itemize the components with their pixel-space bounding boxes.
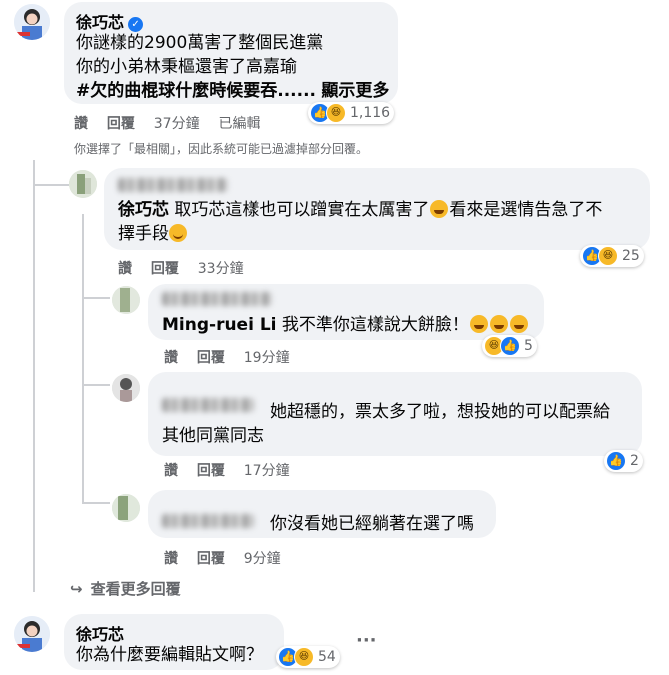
reply-text-c: 擇手段 — [118, 224, 169, 244]
rofl-emoji-icon — [509, 315, 528, 333]
reply-button[interactable]: 回覆 — [197, 350, 225, 366]
verified-badge-icon: ✓ — [128, 17, 144, 32]
avatar[interactable] — [112, 374, 140, 402]
thread-branch-4 — [82, 502, 110, 504]
reply-text-b: 其他同黨同志 — [162, 426, 264, 446]
reply-text: 她超穩的，票太多了啦，想投她的可以配票給 其他同黨同志 — [162, 400, 638, 448]
reply-button[interactable]: 回覆 — [197, 551, 225, 567]
reply-button[interactable]: 回覆 — [107, 116, 135, 132]
avatar-image — [112, 494, 140, 522]
thread-branch-1 — [33, 184, 69, 186]
timestamp[interactable]: 37分鐘 — [154, 116, 200, 132]
comment-line: 你的小弟林秉樞還害了高嘉瑜 — [76, 57, 297, 77]
comment-actions: 讚 回覆 37分鐘 已編輯 — [74, 113, 274, 133]
haha-reaction-icon: 😆 — [294, 647, 314, 667]
like-button[interactable]: 讚 — [164, 350, 178, 366]
thread-branch-3 — [82, 384, 110, 386]
like-reaction-icon: 👍 — [606, 451, 626, 471]
author-name[interactable]: 徐巧芯 — [76, 625, 124, 644]
comment-text: 你謎樣的2900萬害了整個民進黨 你的小弟林秉樞還害了高嘉瑜 #欠的曲棍球什麼時… — [76, 31, 396, 103]
edited-label: 已編輯 — [218, 116, 261, 132]
like-button[interactable]: 讚 — [74, 116, 88, 132]
reaction-count: 1,116 — [350, 105, 391, 121]
reply-actions: 讚 回覆 33分鐘 — [118, 258, 258, 278]
avatar[interactable] — [112, 286, 140, 314]
blurred-author-name — [162, 514, 254, 528]
rofl-emoji-icon — [489, 315, 508, 333]
reply-text: Ming-ruei Li 我不準你這樣說大餅臉！ — [162, 313, 529, 337]
comment-line: #欠的曲棍球什麼時候要吞...... 顯示更多 — [76, 79, 396, 103]
reply-text-b: 看來是選情告急了不 — [449, 200, 603, 220]
reaction-count: 5 — [524, 338, 533, 354]
smile-emoji-icon — [169, 224, 187, 242]
avatar-image — [112, 286, 140, 314]
timestamp[interactable]: 33分鐘 — [198, 261, 244, 277]
reply-arrow-icon: ↪ — [70, 580, 83, 598]
haha-reaction-icon: 😆 — [326, 103, 346, 123]
avatar-image — [112, 374, 140, 402]
comment-author[interactable]: 徐巧芯 ✓ — [76, 9, 144, 33]
avatar[interactable] — [69, 170, 97, 198]
thread-line-main — [33, 160, 35, 592]
avatar[interactable] — [14, 616, 50, 652]
blurred-author-name — [162, 292, 272, 306]
timestamp[interactable]: 9分鐘 — [244, 551, 281, 567]
reply-actions: 讚 回覆 17分鐘 — [164, 460, 304, 480]
avatar-image — [69, 170, 97, 198]
reaction-count: 2 — [630, 453, 639, 469]
author-name[interactable]: 徐巧芯 — [76, 13, 124, 32]
rofl-emoji-icon — [469, 315, 488, 333]
comment-author[interactable]: 徐巧芯 — [76, 621, 124, 645]
reaction-summary[interactable]: 😆 👍 5 — [482, 335, 537, 357]
see-more-link[interactable]: 顯示更多 — [321, 81, 389, 101]
reply-text-a: 她超穩的，票太多了啦，想投她的可以配票給 — [270, 402, 610, 422]
reaction-summary[interactable]: 👍 😆 25 — [580, 245, 644, 267]
reaction-summary[interactable]: 👍 2 — [604, 450, 643, 472]
mention-link[interactable]: 徐巧芯 — [118, 200, 169, 220]
like-reaction-icon: 👍 — [500, 336, 520, 356]
reply-text: 你沒看她已經躺著在選了嗎 — [270, 514, 474, 534]
avatar[interactable] — [112, 494, 140, 522]
mention-link[interactable]: Ming-ruei Li — [162, 315, 277, 335]
like-button[interactable]: 讚 — [118, 261, 132, 277]
reaction-summary[interactable]: 👍 😆 54 — [276, 646, 340, 668]
haha-reaction-icon: 😆 — [598, 246, 618, 266]
blurred-author-name — [118, 178, 228, 192]
reply-text: 你沒看她已經躺著在選了嗎 — [270, 512, 474, 536]
reply-text: 徐巧芯 取巧芯這樣也可以蹭實在太厲害了 看來是選情告急了不 擇手段 — [118, 198, 648, 246]
reply-actions: 讚 回覆 19分鐘 — [164, 347, 304, 367]
thread-branch-2 — [82, 297, 110, 299]
filter-notice: 你選擇了「最相關」，因此系統可能已過濾掉部分回覆。 — [74, 142, 369, 156]
reaction-summary[interactable]: 👍 😆 1,116 — [308, 102, 395, 124]
reply-button[interactable]: 回覆 — [151, 261, 179, 277]
like-button[interactable]: 讚 — [164, 463, 178, 479]
thread-line-sub — [82, 214, 84, 502]
avatar[interactable] — [14, 4, 50, 40]
more-options-icon[interactable]: ··· — [356, 630, 377, 651]
reply-actions: 讚 回覆 9分鐘 — [164, 548, 295, 568]
timestamp[interactable]: 19分鐘 — [244, 350, 290, 366]
hashtag-text[interactable]: #欠的曲棍球什麼時候要吞...... — [76, 81, 316, 101]
reply-button[interactable]: 回覆 — [197, 463, 225, 479]
comment-line: 你謎樣的2900萬害了整個民進黨 — [76, 33, 324, 53]
reaction-count: 54 — [318, 649, 336, 665]
rofl-emoji-icon — [430, 200, 449, 218]
view-more-label[interactable]: 查看更多回覆 — [91, 580, 181, 598]
timestamp[interactable]: 17分鐘 — [244, 463, 290, 479]
avatar-image — [14, 4, 50, 40]
comment-text: 你為什麼要編輯貼文啊？ — [76, 645, 263, 665]
reply-text-a: 取巧芯這樣也可以蹭實在太厲害了 — [174, 200, 430, 220]
reply-text: 我不準你這樣說大餅臉！ — [281, 315, 469, 335]
avatar-image — [14, 616, 50, 652]
reaction-count: 25 — [622, 248, 640, 264]
view-more-replies[interactable]: ↪ 查看更多回覆 — [70, 578, 181, 599]
like-button[interactable]: 讚 — [164, 551, 178, 567]
